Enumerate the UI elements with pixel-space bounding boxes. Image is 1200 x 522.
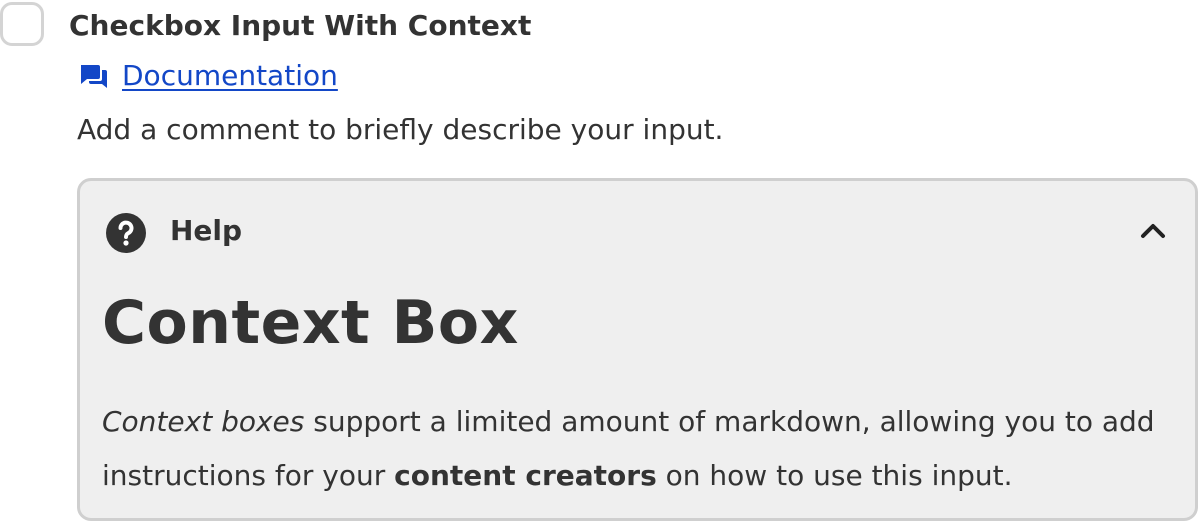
help-toggle[interactable]: Help bbox=[80, 181, 1195, 281]
chevron-up-icon[interactable] bbox=[1139, 221, 1167, 241]
field-description: Add a comment to briefly describe your i… bbox=[77, 113, 724, 146]
help-label: Help bbox=[170, 214, 243, 247]
documentation-link[interactable]: Documentation bbox=[122, 56, 338, 96]
checkbox[interactable] bbox=[0, 2, 44, 46]
context-box: Help Context Box Context boxes support a… bbox=[77, 178, 1198, 521]
documentation-row: Documentation bbox=[78, 56, 338, 96]
context-box-title: Context Box bbox=[102, 288, 519, 358]
body-italic-text: Context boxes bbox=[102, 405, 305, 438]
chat-bubbles-icon bbox=[78, 60, 110, 92]
context-box-body: Context boxes support a limited amount o… bbox=[102, 395, 1187, 503]
question-circle-icon bbox=[105, 212, 147, 254]
body-bold-text: content creators bbox=[394, 459, 657, 492]
checkbox-input-field: Checkbox Input With Context Documentatio… bbox=[0, 0, 1200, 522]
field-label: Checkbox Input With Context bbox=[69, 9, 532, 42]
body-text-end: on how to use this input. bbox=[656, 459, 1013, 492]
